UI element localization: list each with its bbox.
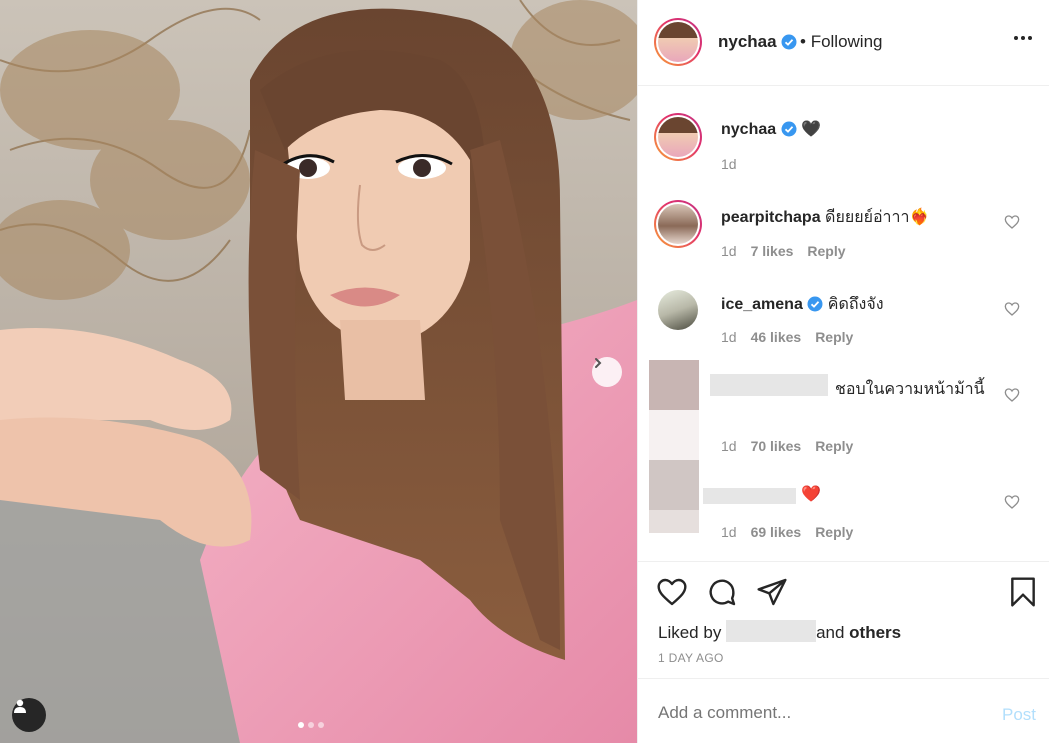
- post-actions: Liked by and others 1 DAY AGO: [638, 561, 1049, 678]
- reply-button[interactable]: Reply: [815, 524, 853, 540]
- comment-time: 1d: [721, 438, 737, 454]
- liked-by-others-link[interactable]: others: [849, 623, 901, 642]
- caption-username[interactable]: nychaa: [721, 121, 776, 138]
- add-comment-bar: Post: [638, 678, 1049, 743]
- avatar[interactable]: [649, 460, 699, 510]
- comment-text: ดียยยย์อ่าาา❤️‍🔥: [825, 209, 930, 226]
- comment-username[interactable]: ice_amena: [721, 296, 803, 313]
- more-options-button[interactable]: [1014, 36, 1032, 40]
- verified-icon: [807, 296, 823, 312]
- comment-time: 1d: [721, 243, 737, 259]
- comment-username[interactable]: pearpitchapa: [721, 209, 821, 226]
- comment-item: pearpitchapa ดียยยย์อ่าาา❤️‍🔥 1d 7 likes R…: [638, 197, 1049, 277]
- comment-input[interactable]: [658, 703, 978, 723]
- redacted-username: [710, 374, 828, 396]
- follow-status-label[interactable]: Following: [811, 32, 883, 51]
- post-comment-button[interactable]: Post: [1002, 705, 1036, 725]
- comment-text: ชอบในความหน้าม้านี้: [835, 381, 985, 398]
- reply-button[interactable]: Reply: [807, 243, 845, 259]
- post-sidebar: nychaa • Following nychaa 🖤 1d pearpitch…: [637, 0, 1049, 743]
- reply-button[interactable]: Reply: [815, 438, 853, 454]
- more-icon: [1014, 36, 1018, 40]
- comment-line: ice_amena คิดถึงจัง: [721, 292, 884, 317]
- avatar-blur: [649, 410, 699, 460]
- comment-time: 1d: [721, 329, 737, 345]
- post-header: nychaa • Following: [638, 0, 1049, 86]
- carousel-next-button[interactable]: [592, 357, 622, 387]
- comment-meta: 1d 7 likes Reply: [721, 243, 846, 259]
- caption-time: 1d: [721, 156, 737, 172]
- liked-by: Liked by and others: [658, 620, 901, 643]
- avatar[interactable]: [654, 18, 702, 66]
- comment-like-heart-icon[interactable]: [1004, 494, 1020, 510]
- tagged-users-button[interactable]: [12, 698, 46, 732]
- comment-meta: 1d 70 likes Reply: [721, 438, 853, 454]
- comment-line: pearpitchapa ดียยยย์อ่าาา❤️‍🔥: [721, 205, 929, 230]
- carousel-dot: [308, 722, 314, 728]
- share-icon[interactable]: [756, 576, 788, 608]
- header-username-text[interactable]: nychaa: [718, 32, 777, 51]
- post-date[interactable]: 1 DAY AGO: [658, 651, 724, 665]
- avatar[interactable]: [658, 290, 698, 330]
- comment-text: คิดถึงจัง: [827, 296, 884, 313]
- post-caption: nychaa 🖤 1d: [638, 110, 1049, 180]
- verified-icon: [781, 34, 797, 50]
- reply-button[interactable]: Reply: [815, 329, 853, 345]
- comment-item: ชอบในความหน้าม้านี้ 1d 70 likes Reply: [638, 360, 1049, 460]
- chevron-right-icon: [595, 358, 602, 368]
- comment-meta: 1d 46 likes Reply: [721, 329, 853, 345]
- header-separator: •: [800, 32, 806, 51]
- comment-text: ❤️: [801, 486, 821, 503]
- carousel-indicator: [298, 722, 324, 728]
- verified-icon: [781, 121, 797, 137]
- comment-like-heart-icon[interactable]: [1004, 387, 1020, 403]
- follow-status[interactable]: • Following: [800, 32, 883, 52]
- comment-likes[interactable]: 69 likes: [751, 524, 802, 540]
- post-photo[interactable]: [0, 0, 637, 743]
- header-username[interactable]: nychaa: [718, 32, 797, 52]
- like-heart-icon[interactable]: [656, 576, 688, 608]
- comment-item: ❤️ 1d 69 likes Reply: [638, 460, 1049, 550]
- photo-illustration: [0, 0, 637, 743]
- bookmark-icon[interactable]: [1007, 576, 1039, 608]
- avatar-blur: [649, 510, 699, 533]
- comment-like-heart-icon[interactable]: [1004, 301, 1020, 317]
- avatar[interactable]: [654, 113, 702, 161]
- redacted-liker: [726, 620, 817, 642]
- user-tag-icon: [14, 699, 26, 713]
- liked-by-connector: and: [816, 623, 845, 642]
- carousel-dot: [298, 722, 304, 728]
- caption-text: 🖤: [801, 121, 821, 138]
- comment-item: ice_amena คิดถึงจัง 1d 46 likes Reply: [638, 284, 1049, 364]
- redacted-username: [703, 488, 796, 504]
- liked-by-prefix: Liked by: [658, 623, 722, 642]
- avatar[interactable]: [649, 360, 699, 410]
- comment-meta: 1d 69 likes Reply: [721, 524, 853, 540]
- caption-line: nychaa 🖤: [721, 119, 821, 139]
- comment-likes[interactable]: 7 likes: [751, 243, 794, 259]
- comment-likes[interactable]: 70 likes: [751, 438, 802, 454]
- carousel-dot: [318, 722, 324, 728]
- comment-time: 1d: [721, 524, 737, 540]
- avatar[interactable]: [654, 200, 702, 248]
- comment-likes[interactable]: 46 likes: [751, 329, 802, 345]
- comment-like-heart-icon[interactable]: [1004, 214, 1020, 230]
- instagram-post: nychaa • Following nychaa 🖤 1d pearpitch…: [0, 0, 1049, 743]
- comment-icon[interactable]: [706, 576, 738, 608]
